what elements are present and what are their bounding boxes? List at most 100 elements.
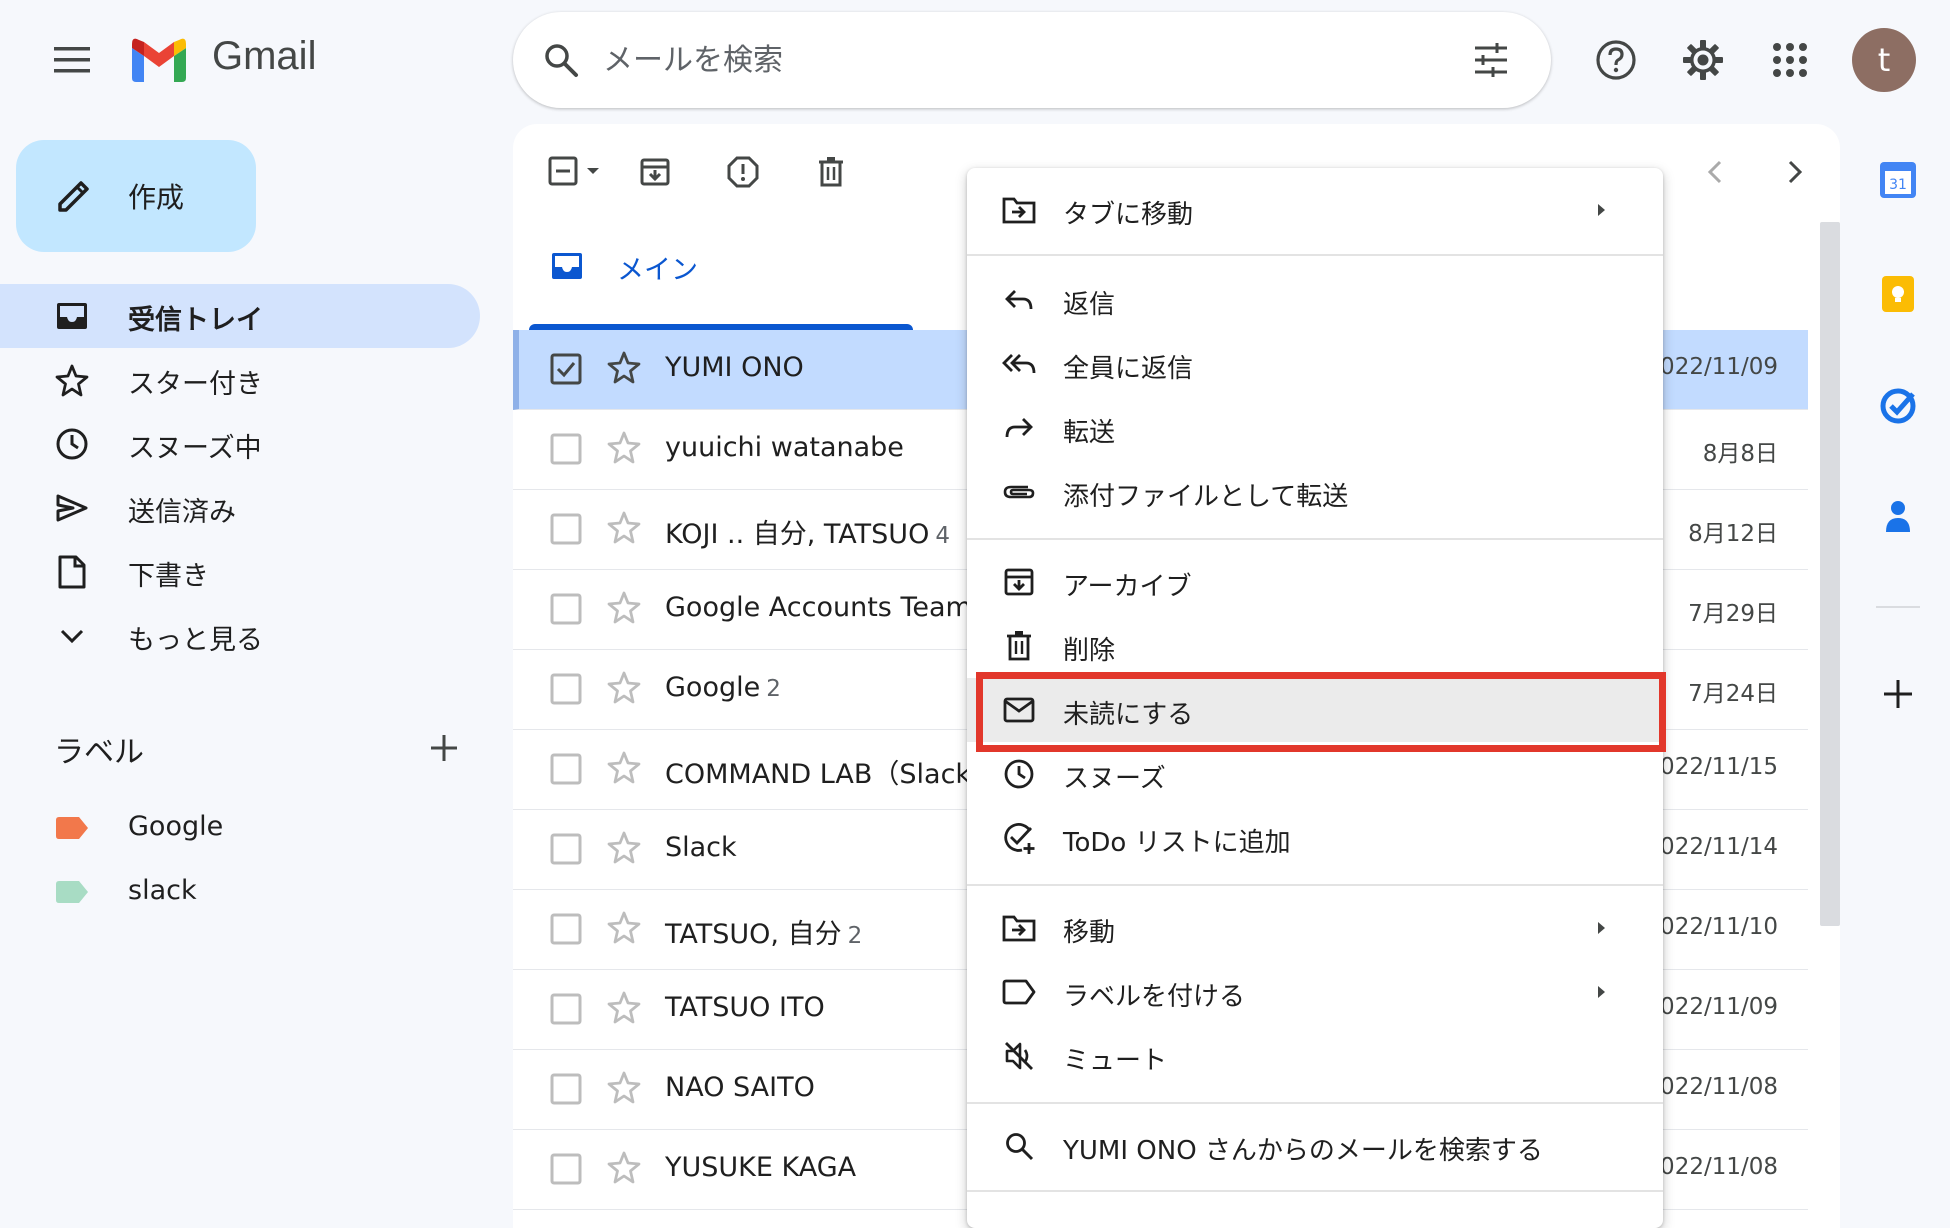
- row-date: 8月8日: [1702, 441, 1778, 467]
- row-date: 8月12日: [1688, 521, 1778, 547]
- chevron-down-icon: [52, 616, 92, 656]
- menu-item-add-to-tasks[interactable]: ToDo リストに追加: [967, 806, 1663, 870]
- star-icon[interactable]: [607, 350, 645, 388]
- inbox-icon: [547, 246, 587, 286]
- trash-icon: [1001, 628, 1037, 664]
- menu-item-mute[interactable]: ミュート: [967, 1024, 1663, 1088]
- menu-item-mark-unread[interactable]: 未読にする: [967, 678, 1663, 742]
- older-page-icon[interactable]: [1693, 150, 1737, 194]
- gmail-brand[interactable]: Gmail: [212, 34, 316, 79]
- sidebar-item-label: 受信トレイ: [128, 305, 263, 336]
- sidebar-item-starred[interactable]: スター付き: [0, 348, 480, 412]
- menu-item-snooze[interactable]: スヌーズ: [967, 742, 1663, 806]
- add-addon-icon[interactable]: [1876, 672, 1920, 716]
- sidebar-item-drafts[interactable]: 下書き: [0, 540, 480, 604]
- trash-icon[interactable]: [809, 150, 853, 194]
- labels-heading: ラベル: [54, 735, 144, 770]
- row-date: 2022/11/08: [1645, 1074, 1778, 1100]
- row-checkbox[interactable]: [549, 992, 585, 1028]
- star-icon[interactable]: [607, 670, 645, 708]
- forward-icon: [1001, 410, 1037, 446]
- row-checkbox[interactable]: [549, 432, 585, 468]
- sidebar-label-slack[interactable]: slack: [0, 862, 480, 922]
- attachment-icon: [1001, 474, 1037, 510]
- add-task-icon: [1001, 820, 1037, 856]
- menu-item-archive[interactable]: アーカイブ: [967, 550, 1663, 614]
- add-label-icon[interactable]: [424, 728, 464, 768]
- menu-item-label: スヌーズ: [1063, 764, 1166, 794]
- row-checkbox[interactable]: [549, 832, 585, 868]
- menu-item-reply-all[interactable]: 全員に返信: [967, 332, 1663, 396]
- row-checkbox-checked[interactable]: [549, 352, 585, 388]
- mute-icon: [1001, 1038, 1037, 1074]
- keep-icon[interactable]: [1876, 272, 1920, 316]
- sidebar-label-google[interactable]: Google: [0, 798, 480, 858]
- apps-grid-icon[interactable]: [1767, 37, 1813, 83]
- menu-item-label: ミュート: [1063, 1046, 1168, 1076]
- menu-item-move-to[interactable]: 移動: [967, 896, 1663, 960]
- menu-item-label: 移動: [1063, 918, 1116, 948]
- search-icon[interactable]: [541, 40, 581, 80]
- contacts-icon[interactable]: [1876, 494, 1920, 538]
- gmail-logo-icon[interactable]: [128, 34, 190, 84]
- star-icon[interactable]: [607, 1150, 645, 1188]
- menu-item-reply[interactable]: 返信: [967, 268, 1663, 332]
- scrollbar[interactable]: [1820, 222, 1840, 926]
- calendar-icon[interactable]: 31: [1876, 158, 1920, 202]
- row-date: 7月24日: [1688, 681, 1778, 707]
- row-sender: COMMAND LAB（Slack: [665, 759, 972, 790]
- row-checkbox[interactable]: [549, 672, 585, 708]
- row-checkbox[interactable]: [549, 1152, 585, 1188]
- menu-item-search-from-sender[interactable]: YUMI ONO さんからのメールを検索する: [967, 1114, 1663, 1178]
- sidebar-label-name: slack: [128, 875, 197, 906]
- star-icon[interactable]: [607, 990, 645, 1028]
- star-icon[interactable]: [607, 830, 645, 868]
- archive-icon: [1001, 564, 1037, 600]
- row-date: 2022/11/10: [1645, 914, 1778, 940]
- mail-icon: [1001, 692, 1037, 728]
- menu-item-forward-as-attachment[interactable]: 添付ファイルとして転送: [967, 460, 1663, 524]
- row-sender: Google 2: [665, 672, 781, 703]
- menu-item-delete[interactable]: 削除: [967, 614, 1663, 678]
- compose-label: 作成: [128, 181, 185, 214]
- move-to-tab-icon: [1001, 192, 1037, 228]
- star-icon[interactable]: [607, 510, 645, 548]
- avatar[interactable]: t: [1852, 28, 1916, 92]
- send-icon: [52, 488, 92, 528]
- newer-page-icon[interactable]: [1773, 150, 1817, 194]
- compose-button[interactable]: 作成: [16, 140, 256, 252]
- menu-item-label: アーカイブ: [1063, 572, 1192, 602]
- select-all-checkbox[interactable]: [547, 150, 607, 194]
- menu-item-forward[interactable]: 転送: [967, 396, 1663, 460]
- star-icon[interactable]: [607, 590, 645, 628]
- row-checkbox[interactable]: [549, 592, 585, 628]
- star-icon[interactable]: [607, 1070, 645, 1108]
- help-icon[interactable]: [1593, 37, 1639, 83]
- search-options-icon[interactable]: [1471, 40, 1511, 80]
- search-bar[interactable]: [513, 12, 1551, 108]
- report-spam-icon[interactable]: [721, 150, 765, 194]
- sidebar-item-more[interactable]: もっと見る: [0, 604, 480, 668]
- sidebar-item-snoozed[interactable]: スヌーズ中: [0, 412, 480, 476]
- gear-icon[interactable]: [1680, 37, 1726, 83]
- main-menu-icon[interactable]: [47, 40, 97, 80]
- menu-item-move-to-tab[interactable]: タブに移動: [967, 178, 1663, 242]
- row-sender: YUMI ONO: [665, 352, 804, 383]
- row-date: 2022/11/09: [1645, 354, 1778, 380]
- tab-main[interactable]: メイン: [513, 224, 913, 308]
- move-to-icon: [1001, 910, 1037, 946]
- row-checkbox[interactable]: [549, 512, 585, 548]
- search-input[interactable]: [603, 34, 1403, 86]
- sidebar-item-sent[interactable]: 送信済み: [0, 476, 480, 540]
- tasks-icon[interactable]: [1876, 384, 1920, 428]
- menu-item-label-as[interactable]: ラベルを付ける: [967, 960, 1663, 1024]
- row-checkbox[interactable]: [549, 752, 585, 788]
- sidebar-item-inbox[interactable]: 受信トレイ: [0, 284, 480, 348]
- star-icon[interactable]: [607, 750, 645, 788]
- star-icon[interactable]: [607, 910, 645, 948]
- archive-icon[interactable]: [633, 150, 677, 194]
- row-checkbox[interactable]: [549, 912, 585, 948]
- star-icon[interactable]: [607, 430, 645, 468]
- row-checkbox[interactable]: [549, 1072, 585, 1108]
- pencil-icon: [52, 174, 96, 218]
